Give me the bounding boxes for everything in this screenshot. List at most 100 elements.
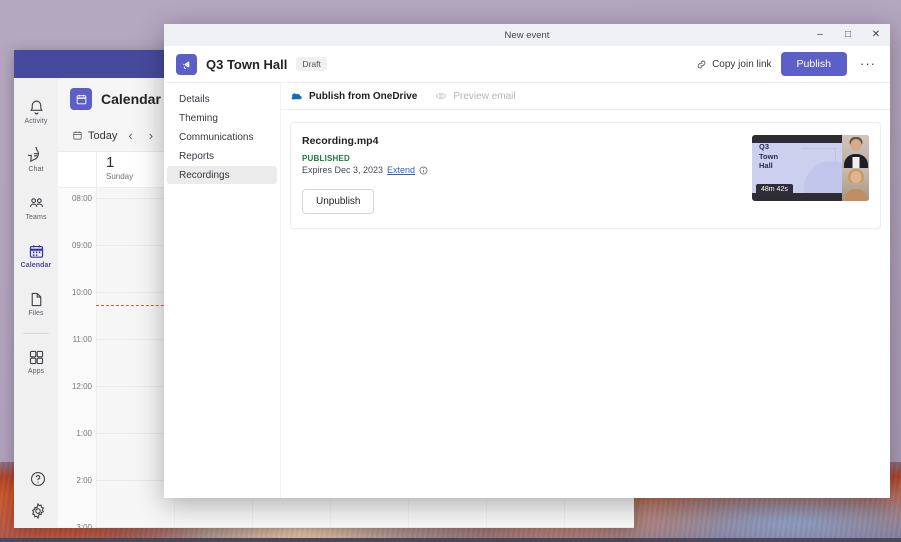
day-column-header[interactable]: 1 Sunday xyxy=(96,152,174,187)
sidebar-item-chat[interactable]: Chat xyxy=(14,138,58,182)
nav-item-details-label: Details xyxy=(179,93,210,105)
onedrive-cloud-icon xyxy=(291,93,302,100)
nav-item-reports[interactable]: Reports xyxy=(167,147,277,165)
link-icon xyxy=(697,60,706,68)
sidebar-item-calendar[interactable]: Calendar xyxy=(14,234,58,278)
nav-item-communications-label: Communications xyxy=(179,131,254,143)
sidebar-item-apps[interactable]: Apps xyxy=(14,340,58,384)
recording-card: Recording.mp4 PUBLISHED Expires Dec 3, 2… xyxy=(290,122,881,229)
event-title: Q3 Town Hall xyxy=(206,56,288,72)
apps-grid-icon xyxy=(28,349,45,366)
publish-status-label: PUBLISHED xyxy=(302,154,351,163)
time-label: 11:00 xyxy=(72,335,92,344)
thumbnail-slide-shape xyxy=(802,148,836,172)
maximize-button[interactable]: □ xyxy=(834,24,862,46)
recording-card-info: Recording.mp4 PUBLISHED Expires Dec 3, 2… xyxy=(302,135,738,214)
nav-item-recordings[interactable]: Recordings xyxy=(167,166,277,184)
calendar-icon xyxy=(28,243,45,260)
bell-icon xyxy=(28,99,45,116)
sidebar-item-activity[interactable]: Activity xyxy=(14,90,58,134)
extend-link[interactable]: Extend xyxy=(387,165,415,175)
previous-period-button[interactable]: ‹ xyxy=(123,128,137,143)
close-button[interactable]: ✕ xyxy=(862,24,890,46)
nav-item-recordings-label: Recordings xyxy=(179,169,230,181)
participant-video-tile xyxy=(842,168,869,201)
dialog-window-title: New event xyxy=(504,29,550,41)
dialog-titlebar[interactable]: New event – □ ✕ xyxy=(164,24,890,46)
window-controls: – □ ✕ xyxy=(806,24,890,46)
sidebar-item-files[interactable]: Files xyxy=(14,282,58,326)
sidebar-item-files-label: Files xyxy=(28,310,44,317)
chat-bubble-icon xyxy=(23,142,45,164)
time-label: 12:00 xyxy=(71,382,92,391)
dialog-header: Q3 Town Hall Draft Copy join link Publis… xyxy=(164,46,890,83)
minimize-button[interactable]: – xyxy=(806,24,834,46)
sidebar-item-chat-label: Chat xyxy=(28,166,44,173)
avatar xyxy=(850,139,861,151)
time-label: 10:00 xyxy=(71,288,92,297)
dialog-body: Details Theming Communications Reports R… xyxy=(164,83,890,498)
minimize-icon: – xyxy=(817,29,823,40)
new-event-dialog: New event – □ ✕ Q3 Town Hall Draft Copy … xyxy=(164,24,890,498)
sidebar-item-teams-label: Teams xyxy=(25,214,47,221)
tab-publish-from-onedrive[interactable]: Publish from OneDrive xyxy=(291,90,417,102)
teams-navigation-rail: Activity Chat Teams Calendar Files Apps xyxy=(14,78,58,528)
avatar xyxy=(844,189,867,201)
today-button-label: Today xyxy=(88,129,118,142)
sidebar-item-activity-label: Activity xyxy=(24,118,48,125)
next-period-button[interactable]: › xyxy=(144,128,158,143)
calendar-small-icon xyxy=(73,131,82,140)
help-circle-icon[interactable] xyxy=(29,470,47,488)
today-button[interactable]: Today xyxy=(72,130,117,142)
dialog-header-actions: Copy join link Publish ··· xyxy=(696,52,880,76)
expiry-row: Expires Dec 3, 2023 Extend xyxy=(302,165,738,175)
nav-item-details[interactable]: Details xyxy=(167,90,277,108)
eye-icon xyxy=(436,92,447,100)
hour-gridline xyxy=(96,527,634,528)
town-hall-megaphone-icon xyxy=(176,53,197,75)
tab-publish-from-onedrive-label: Publish from OneDrive xyxy=(309,90,418,102)
file-icon xyxy=(28,291,45,308)
recording-filename: Recording.mp4 xyxy=(302,135,379,147)
time-gutter: 08:00 09:00 10:00 11:00 12:00 1:00 2:00 … xyxy=(58,188,96,528)
avatar xyxy=(850,171,861,183)
nav-item-theming-label: Theming xyxy=(179,112,218,124)
participant-video-tile xyxy=(842,135,869,168)
people-icon xyxy=(28,195,45,212)
tab-preview-email: Preview email xyxy=(435,90,516,102)
info-circle-icon[interactable] xyxy=(419,166,428,175)
recording-duration-badge: 48m 42s xyxy=(756,184,793,195)
time-label: 3:00 xyxy=(76,523,92,528)
more-options-button[interactable]: ··· xyxy=(856,57,880,70)
recordings-content: Recording.mp4 PUBLISHED Expires Dec 3, 2… xyxy=(281,110,890,498)
status-badge: Draft xyxy=(296,57,327,71)
sidebar-item-apps-label: Apps xyxy=(27,368,45,375)
nav-item-reports-label: Reports xyxy=(179,150,215,162)
rail-divider xyxy=(23,333,49,334)
publish-button[interactable]: Publish xyxy=(780,52,847,76)
copy-join-link-label: Copy join link xyxy=(712,58,772,70)
content-tabs: Publish from OneDrive Preview email xyxy=(281,83,890,110)
nav-item-theming[interactable]: Theming xyxy=(167,109,277,127)
unpublish-button[interactable]: Unpublish xyxy=(302,189,375,214)
thumbnail-slide-text: Q3 Town Hall xyxy=(759,142,779,170)
grid-column[interactable] xyxy=(96,188,174,528)
taskbar-strip xyxy=(0,538,901,542)
time-label: 1:00 xyxy=(76,429,92,438)
daystrip-gutter xyxy=(58,152,96,187)
recording-thumbnail[interactable]: Q3 Town Hall 48m 42s xyxy=(752,135,869,201)
sidebar-item-teams[interactable]: Teams xyxy=(14,186,58,230)
time-label: 2:00 xyxy=(76,476,92,485)
dialog-navigation: Details Theming Communications Reports R… xyxy=(164,83,281,498)
avatar xyxy=(852,157,859,168)
expiry-text: Expires Dec 3, 2023 xyxy=(302,165,384,175)
dialog-content: Publish from OneDrive Preview email Reco… xyxy=(281,83,890,498)
calendar-app-icon xyxy=(70,88,92,110)
page-title: Calendar xyxy=(101,91,161,107)
maximize-icon: □ xyxy=(844,29,852,40)
nav-item-communications[interactable]: Communications xyxy=(167,128,277,146)
tab-preview-email-label: Preview email xyxy=(453,90,516,102)
gear-icon[interactable] xyxy=(29,502,47,520)
close-icon: ✕ xyxy=(871,29,881,40)
copy-join-link-button[interactable]: Copy join link xyxy=(696,58,772,70)
